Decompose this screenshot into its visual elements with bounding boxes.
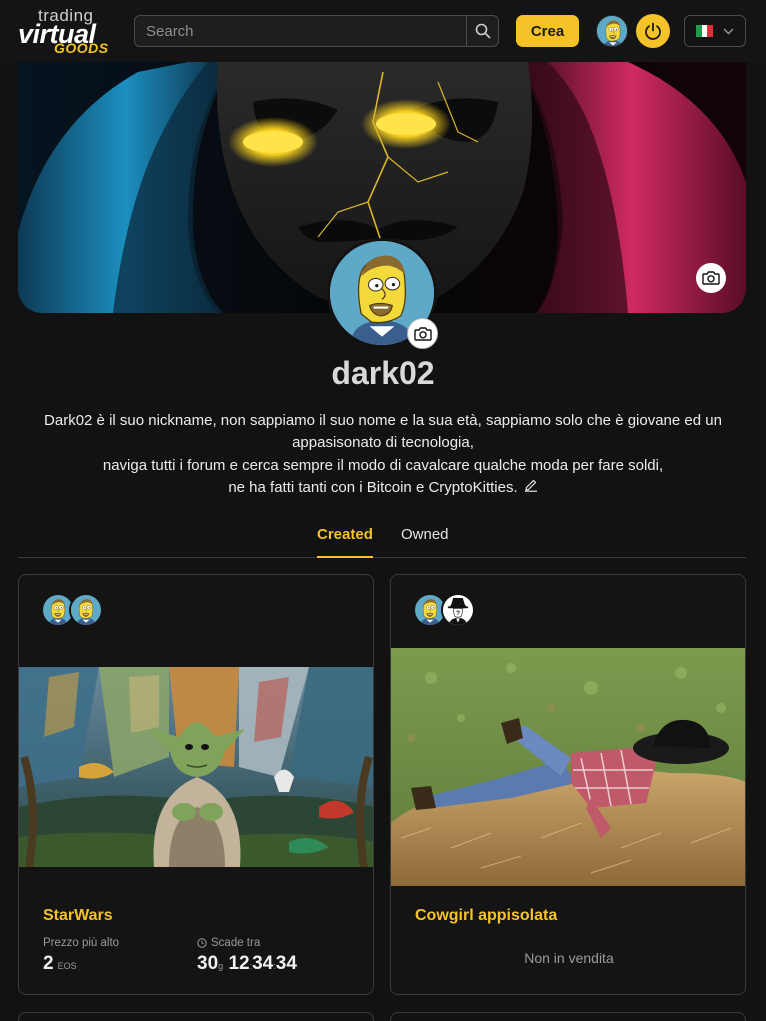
profile-username: dark02 (331, 355, 435, 391)
profile-tabs: Created Owned (18, 520, 746, 558)
search-input[interactable] (135, 16, 466, 46)
change-cover-button[interactable] (696, 263, 726, 293)
bio-line: ne ha fatti tanti con i Bitcoin e Crypto… (228, 479, 518, 497)
tab-created[interactable]: Created (317, 526, 373, 558)
logout-button[interactable] (636, 14, 670, 48)
nft-card-partial[interactable] (18, 1012, 374, 1021)
language-selector[interactable] (684, 15, 746, 47)
owner-avatar[interactable] (69, 593, 103, 627)
tab-owned[interactable]: Owned (401, 526, 449, 558)
nft-card[interactable]: Cowgirl appisolata Non in vendita (390, 574, 746, 995)
expiry-label-text: Scade tra (211, 937, 261, 949)
nft-image (19, 667, 373, 867)
bio-line: Dark02 è il suo nickname, non sappiamo i… (44, 412, 722, 452)
search-bar (134, 15, 499, 47)
timer-hours: 12 (228, 953, 250, 974)
timer-seconds: 34 (275, 953, 297, 974)
bio-line: naviga tutti i forum e cerca sempre il m… (102, 456, 664, 474)
user-avatar[interactable] (596, 15, 628, 47)
change-avatar-button[interactable] (407, 318, 438, 349)
nft-title[interactable]: StarWars (43, 907, 113, 925)
pencil-icon (524, 479, 537, 492)
chevron-down-icon (723, 28, 734, 34)
price-label: Prezzo più alto (43, 937, 120, 949)
power-icon (645, 22, 661, 40)
price-value: 2 EOS (43, 953, 77, 975)
camera-icon (702, 271, 720, 285)
nft-image (391, 648, 745, 886)
timer-days: 30 (197, 953, 219, 974)
price-currency: EOS (57, 961, 77, 971)
search-icon (475, 23, 490, 39)
camera-icon (413, 326, 432, 341)
site-logo[interactable]: trading virtual GOODS (18, 6, 120, 58)
price-amount: 2 (43, 953, 54, 974)
timer-minutes: 34 (252, 953, 274, 974)
timer-day-unit: g (218, 961, 224, 971)
clock-icon (197, 938, 207, 948)
sale-status: Non in vendita (524, 950, 614, 966)
logo-text-sub: GOODS (54, 40, 109, 56)
search-button[interactable] (466, 16, 498, 46)
countdown-timer: 30g 12:34:34 (197, 953, 297, 975)
expiry-label: Scade tra (197, 937, 260, 949)
edit-bio-button[interactable] (524, 477, 538, 499)
owner-avatar[interactable] (441, 593, 475, 627)
bio-line-last: ne ha fatti tanti con i Bitcoin e Crypto… (40, 477, 726, 499)
create-button[interactable]: Crea (516, 15, 579, 47)
profile-bio: Dark02 è il suo nickname, non sappiamo i… (40, 410, 726, 499)
nft-card[interactable]: StarWars Prezzo più alto 2 EOS Scade tra … (18, 574, 374, 995)
italy-flag-icon (696, 25, 714, 37)
nft-card-partial[interactable] (390, 1012, 746, 1021)
nft-title[interactable]: Cowgirl appisolata (415, 907, 557, 925)
top-navbar: trading virtual GOODS Crea (0, 0, 766, 62)
